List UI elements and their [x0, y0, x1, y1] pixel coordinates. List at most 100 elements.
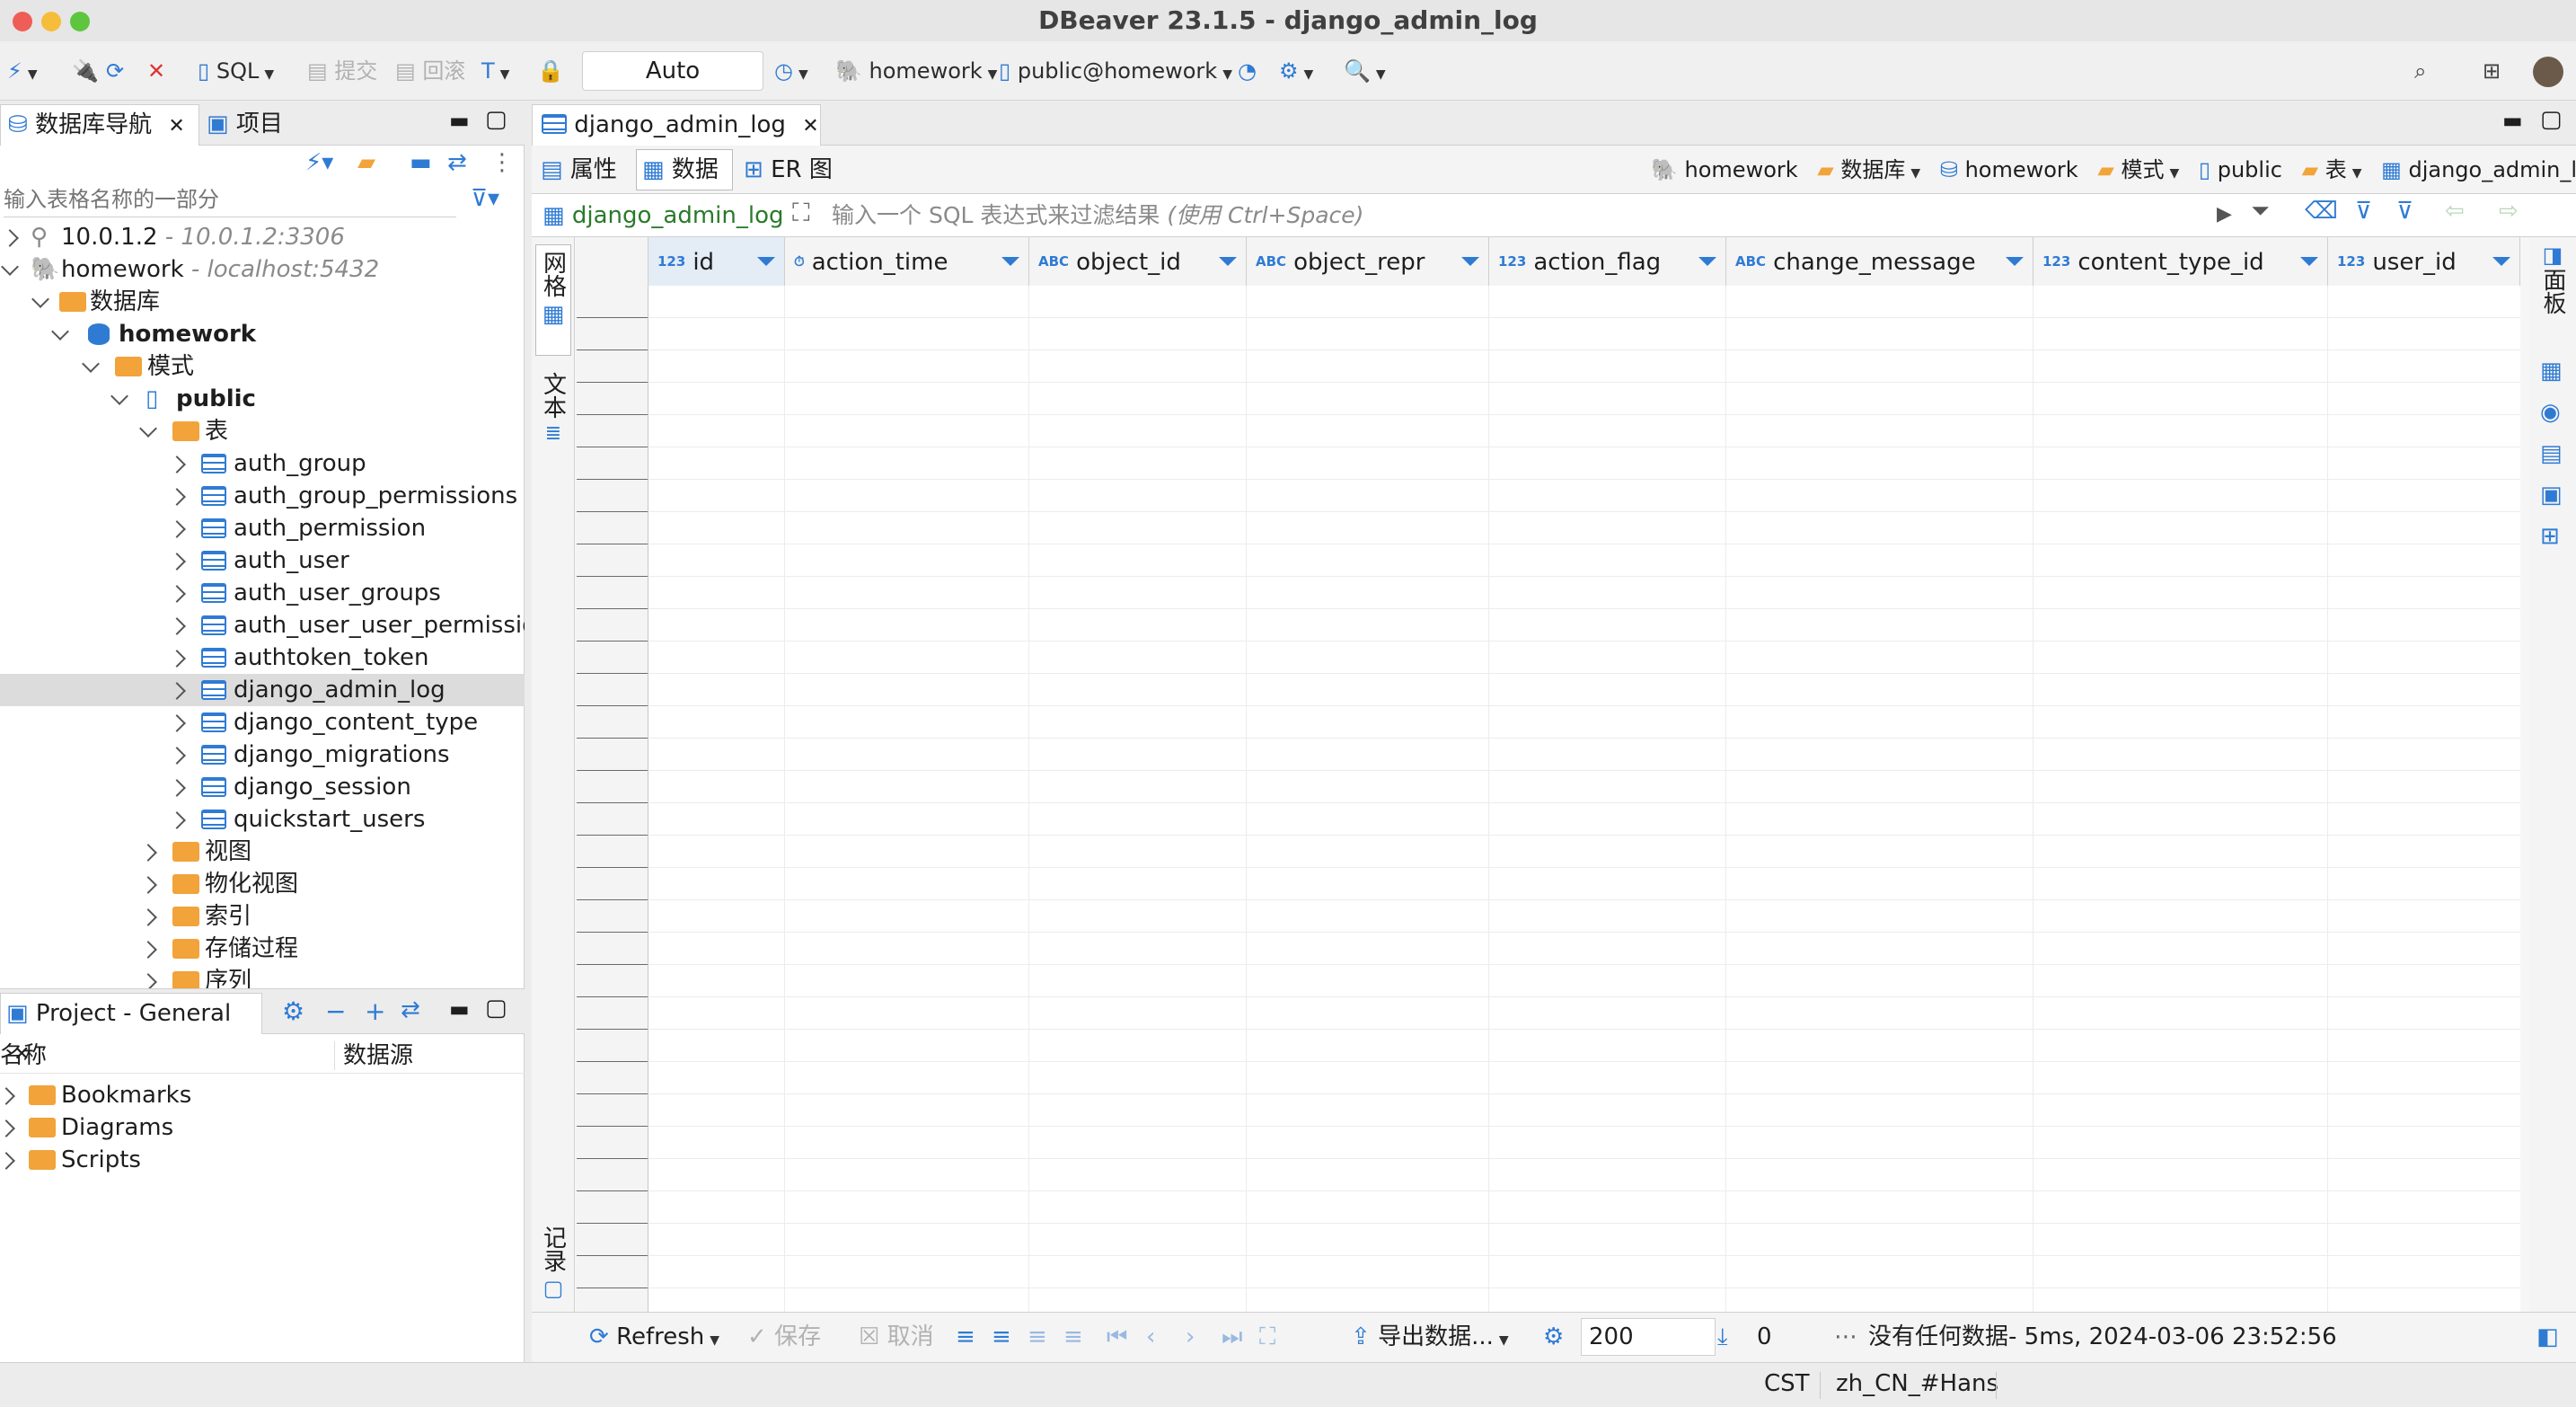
- column-menu-icon[interactable]: [1219, 257, 1237, 266]
- collapse-icon[interactable]: −: [325, 996, 346, 1026]
- new-folder-icon[interactable]: ▰: [357, 149, 375, 176]
- fetch-size-input[interactable]: 200: [1581, 1318, 1716, 1356]
- dashboard-icon[interactable]: ◔: [1238, 41, 1257, 101]
- last-page-icon[interactable]: ⏭: [1222, 1313, 1242, 1361]
- minimize-icon[interactable]: ▬: [2502, 108, 2523, 133]
- navigator-filter-box[interactable]: [4, 183, 456, 217]
- column-header-object-id[interactable]: ABC object_id: [1029, 237, 1247, 286]
- collapse-all-icon[interactable]: ▬: [410, 149, 432, 176]
- tab-record-view[interactable]: 记录 ▢: [535, 1226, 571, 1315]
- maximize-icon[interactable]: ▢: [485, 995, 507, 1022]
- refresh-button[interactable]: ⟳ Refresh ▼: [589, 1313, 719, 1361]
- filter-history-icon[interactable]: ⏷: [2251, 198, 2270, 226]
- tree-table-item[interactable]: auth_group: [0, 447, 525, 480]
- edit-row-icon[interactable]: ≡: [956, 1313, 975, 1361]
- column-menu-icon[interactable]: [2006, 257, 2024, 266]
- first-page-icon[interactable]: ⏮: [1107, 1313, 1127, 1361]
- minimize-icon[interactable]: ▬: [449, 996, 470, 1022]
- history-icon[interactable]: ◷ ▼: [774, 41, 808, 101]
- maximize-icon[interactable]: ▢: [2540, 106, 2563, 133]
- tree-table-item[interactable]: auth_user_groups: [0, 577, 525, 609]
- tree-schemas-folder[interactable]: 模式: [0, 350, 525, 383]
- tree-databases-folder[interactable]: 数据库: [0, 286, 525, 318]
- tree-database-homework[interactable]: homework: [0, 318, 525, 350]
- project-item-scripts[interactable]: Scripts: [0, 1144, 525, 1176]
- link-editor-icon[interactable]: ⇄: [447, 149, 467, 176]
- calendar-icon[interactable]: ▦: [2540, 358, 2563, 385]
- column-menu-icon[interactable]: [2492, 257, 2510, 266]
- global-search-icon[interactable]: ⌕: [2414, 41, 2426, 101]
- breadcrumb-item[interactable]: ▯ public: [2199, 157, 2282, 182]
- export-data-button[interactable]: ⇪ 导出数据... ▼: [1351, 1313, 1509, 1361]
- breadcrumb-item[interactable]: 🐘 homework: [1651, 157, 1798, 182]
- subtab-data[interactable]: ▦ 数据: [636, 149, 733, 190]
- tab-database-navigator[interactable]: ⛁ 数据库导航 ✕: [0, 104, 199, 146]
- column-menu-icon[interactable]: [1698, 257, 1716, 266]
- breadcrumb-item[interactable]: ▦ django_admin_log: [2381, 157, 2576, 182]
- table-name-filter-input[interactable]: [4, 183, 456, 216]
- filter-icon[interactable]: ⊽: [2396, 198, 2413, 225]
- cancel-button[interactable]: ☒ 取消: [859, 1313, 934, 1361]
- save-button[interactable]: ✓ 保存: [747, 1313, 821, 1361]
- datasource-selector[interactable]: 🐘 homework ▼: [835, 41, 997, 101]
- close-icon[interactable]: ✕: [168, 115, 184, 137]
- lock-icon[interactable]: 🔒: [537, 41, 564, 101]
- new-connection-icon[interactable]: ⚡ ▼: [7, 41, 38, 101]
- grid-body[interactable]: [648, 286, 2520, 1312]
- tree-table-item[interactable]: django_migrations: [0, 739, 525, 771]
- tools-icon[interactable]: ⚙ ▼: [1279, 41, 1313, 101]
- link-icon[interactable]: ⇄: [401, 996, 420, 1023]
- tree-matviews-folder[interactable]: 物化视图: [0, 868, 525, 900]
- tab-project-general[interactable]: ▣ Project - General ✕: [0, 993, 262, 1066]
- breadcrumb-item[interactable]: ▰ 数据库 ▼: [1817, 157, 1920, 182]
- tree-table-item[interactable]: auth_permission: [0, 512, 525, 544]
- sql-filter-input[interactable]: 输入一个 SQL 表达式来过滤结果 (使用 Ctrl+Space): [832, 194, 1363, 237]
- filter-settings-icon[interactable]: ⊽: [2355, 198, 2372, 225]
- reconnect-icon[interactable]: ⟳: [106, 41, 124, 101]
- transaction-mode-field[interactable]: Auto: [582, 51, 763, 91]
- project-item-diagrams[interactable]: Diagrams: [0, 1111, 525, 1144]
- settings-icon[interactable]: ⚙: [1543, 1313, 1564, 1361]
- tree-table-item[interactable]: authtoken_token: [0, 642, 525, 674]
- column-header-user-id[interactable]: 123 user_id: [2328, 237, 2520, 286]
- tree-table-item[interactable]: auth_user: [0, 544, 525, 577]
- table-name-label[interactable]: ▦ django_admin_log: [543, 194, 784, 237]
- project-item-bookmarks[interactable]: Bookmarks: [0, 1079, 525, 1111]
- tree-indexes-folder[interactable]: 索引: [0, 900, 525, 933]
- schema-selector[interactable]: ▯ public@homework ▼: [999, 41, 1232, 101]
- column-header-action-flag[interactable]: 123 action_flag: [1489, 237, 1726, 286]
- tree-connection-mysql[interactable]: ⚲ 10.0.1.2 - 10.0.1.2:3306: [0, 221, 525, 253]
- tab-text-view[interactable]: 文本 ≣: [535, 372, 571, 480]
- tree-connection-homework[interactable]: 🐘 homework - localhost:5432: [0, 253, 525, 286]
- subtab-er-diagram[interactable]: ⊞ ER 图: [744, 151, 833, 189]
- row-count-icon[interactable]: ⤓: [1717, 1313, 1728, 1361]
- disconnect-icon[interactable]: ✕: [147, 41, 165, 101]
- search-icon[interactable]: 🔍 ▼: [1344, 41, 1386, 101]
- erase-filter-icon[interactable]: ⌫: [2305, 198, 2338, 225]
- breadcrumb-item[interactable]: ▰ 表 ▼: [2302, 157, 2362, 182]
- references-icon[interactable]: ⊞: [2540, 523, 2560, 550]
- tree-table-item[interactable]: django_content_type: [0, 706, 525, 739]
- tab-grid-view[interactable]: 网格 ▦: [535, 244, 571, 356]
- new-connection-icon[interactable]: ⚡▾: [305, 149, 333, 176]
- column-header-change-message[interactable]: ABC change_message: [1726, 237, 2033, 286]
- add-row-icon[interactable]: ≡: [992, 1313, 1011, 1361]
- results-grid[interactable]: 123 id ⏱ action_time ABC object_id ABC objec…: [577, 237, 2520, 1312]
- perspective-icon[interactable]: ⊞: [2483, 41, 2501, 101]
- tab-panels[interactable]: ◨ 面板: [2536, 243, 2569, 318]
- row-number-header[interactable]: [577, 237, 648, 286]
- grouping-icon[interactable]: ▤: [2540, 440, 2563, 467]
- tab-project[interactable]: ▣ 项目: [207, 104, 283, 146]
- tree-schema-public[interactable]: ▯ public: [0, 383, 525, 415]
- forward-icon[interactable]: ⇨: [2499, 198, 2519, 225]
- column-name-header[interactable]: 名称: [0, 1038, 47, 1074]
- tab-django-admin-log[interactable]: django_admin_log ✕: [532, 104, 821, 146]
- tree-table-item[interactable]: django_session: [0, 771, 525, 803]
- transaction-mode-icon[interactable]: T ▼: [481, 41, 509, 101]
- tree-table-item-selected[interactable]: django_admin_log: [0, 674, 525, 706]
- breadcrumb-item[interactable]: ⛁ homework: [1940, 157, 2078, 182]
- column-header-id[interactable]: 123 id: [648, 237, 785, 286]
- column-datasource-header[interactable]: 数据源: [343, 1038, 413, 1074]
- close-icon[interactable]: ✕: [802, 115, 818, 137]
- column-menu-icon[interactable]: [1461, 257, 1479, 266]
